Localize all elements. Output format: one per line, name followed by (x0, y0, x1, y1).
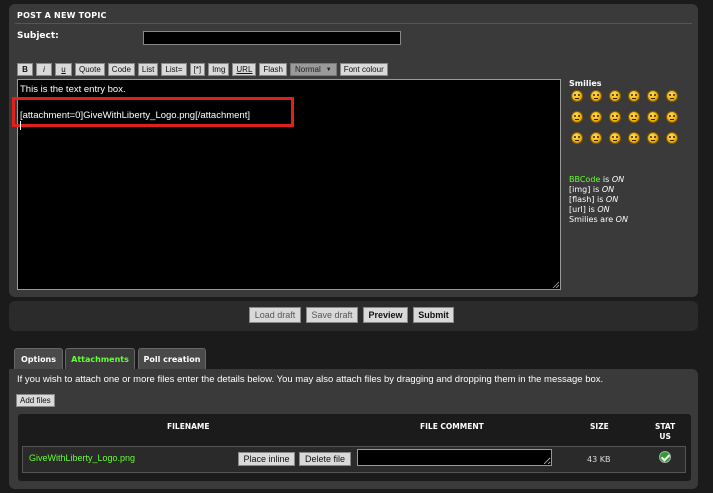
cool-icon[interactable] (609, 111, 621, 123)
bbcode-link[interactable]: BBCode (569, 175, 600, 184)
grin-icon[interactable] (609, 90, 621, 102)
lol-icon[interactable] (628, 111, 640, 123)
sad-icon[interactable] (571, 111, 583, 123)
alien-icon[interactable] (647, 132, 659, 144)
status-header: STAT US (655, 422, 676, 441)
editor-text-line: This is the text entry box. (20, 84, 126, 95)
attachment-tag-text: [attachment=0]GiveWithLiberty_Logo.png[/… (20, 110, 250, 121)
attachments-help-text: If you wish to attach one or more files … (17, 374, 604, 385)
text-caret (20, 121, 21, 130)
save-draft-button[interactable]: Save draft (306, 307, 358, 323)
smilies-heading: Smilies (569, 79, 602, 88)
url-button[interactable]: URL (232, 63, 257, 76)
attachment-filename-link[interactable]: GiveWithLiberty_Logo.png (29, 453, 135, 463)
tab-poll-creation[interactable]: Poll creation (138, 348, 206, 369)
wink-icon[interactable] (628, 90, 640, 102)
file-comment-input[interactable] (357, 449, 552, 466)
list-item-button[interactable]: [*] (189, 63, 206, 76)
cry-icon[interactable] (590, 132, 602, 144)
check-icon (659, 451, 671, 463)
size-header: SIZE (590, 422, 609, 431)
bbcode-status: BBCode is ON [img] is ON [flash] is ON [… (569, 175, 628, 224)
tab-options[interactable]: Options (14, 348, 63, 369)
load-draft-button[interactable]: Load draft (249, 307, 301, 323)
tab-attachments[interactable]: Attachments (65, 348, 135, 370)
surprised-icon[interactable] (647, 90, 659, 102)
bbcode-toolbar: B i u Quote Code List List= [*] Img URL … (17, 63, 388, 76)
ordered-list-button[interactable]: List= (161, 63, 187, 76)
redface-icon[interactable] (571, 132, 583, 144)
geek-icon[interactable] (666, 132, 678, 144)
italic-button[interactable]: i (36, 63, 52, 76)
eek-icon[interactable] (666, 90, 678, 102)
subject-label: Subject: (17, 31, 59, 41)
message-textarea[interactable]: This is the text entry box. [attachment=… (12, 79, 561, 290)
code-button[interactable]: Code (107, 63, 135, 76)
mad-icon[interactable] (590, 111, 602, 123)
evil-icon[interactable] (609, 132, 621, 144)
preview-button[interactable]: Preview (363, 307, 408, 323)
smilies-grid (571, 90, 679, 144)
file-comment-header: FILE COMMENT (420, 422, 484, 431)
delete-file-button[interactable]: Delete file (299, 452, 351, 466)
flash-button[interactable]: Flash (259, 63, 287, 76)
title-divider (15, 23, 692, 24)
subject-input[interactable] (143, 31, 401, 45)
panel-title: POST A NEW TOPIC (17, 11, 107, 20)
biggrin-icon[interactable] (590, 90, 602, 102)
place-inline-button[interactable]: Place inline (238, 452, 295, 466)
filename-header: FILENAME (167, 422, 210, 431)
underline-button[interactable]: u (55, 63, 72, 76)
quote-button[interactable]: Quote (75, 63, 105, 76)
smile-icon[interactable] (571, 90, 583, 102)
resize-grip-icon[interactable] (552, 281, 559, 288)
bold-button[interactable]: B (17, 63, 33, 76)
font-colour-button[interactable]: Font colour (339, 63, 388, 76)
razz-icon[interactable] (647, 111, 659, 123)
rolleyes-icon[interactable] (628, 132, 640, 144)
file-size: 43 KB (587, 455, 611, 464)
img-button[interactable]: Img (208, 63, 230, 76)
add-files-button[interactable]: Add files (16, 394, 55, 407)
list-button[interactable]: List (137, 63, 159, 76)
submit-button[interactable]: Submit (413, 307, 454, 323)
chevron-down-icon: ▼ (325, 66, 332, 73)
font-size-select[interactable]: Normal ▼ (289, 63, 337, 76)
twisted-icon[interactable] (666, 111, 678, 123)
font-size-value: Normal (294, 65, 321, 74)
